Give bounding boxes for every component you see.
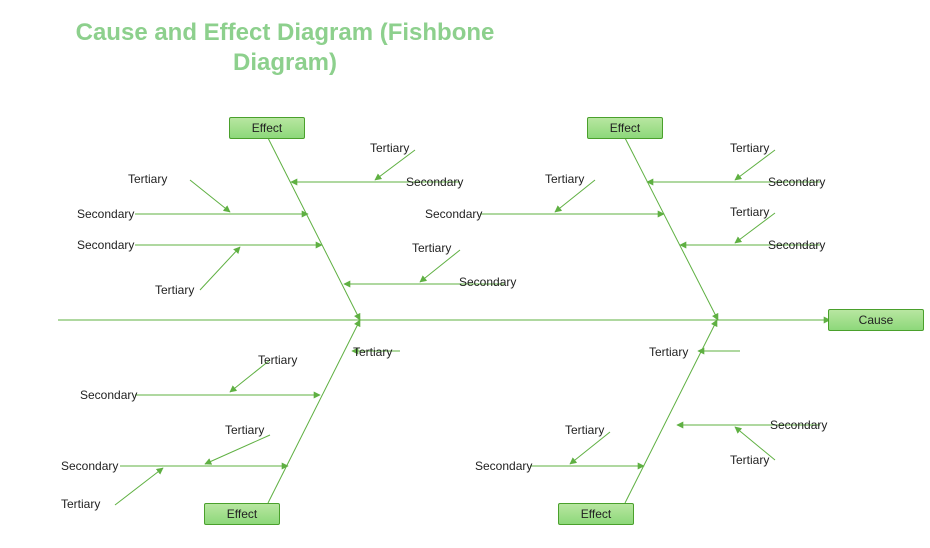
secondary-label: Secondary bbox=[768, 238, 825, 252]
tertiary-label: Tertiary bbox=[225, 423, 264, 437]
secondary-label: Secondary bbox=[425, 207, 482, 221]
secondary-label: Secondary bbox=[80, 388, 137, 402]
secondary-label: Secondary bbox=[77, 207, 134, 221]
tertiary-label: Tertiary bbox=[649, 345, 688, 359]
secondary-label: Secondary bbox=[770, 418, 827, 432]
tertiary-label: Tertiary bbox=[155, 283, 194, 297]
secondary-label: Secondary bbox=[406, 175, 463, 189]
tertiary-label: Tertiary bbox=[730, 205, 769, 219]
tertiary-label: Tertiary bbox=[353, 345, 392, 359]
secondary-label: Secondary bbox=[768, 175, 825, 189]
tertiary-label: Tertiary bbox=[730, 453, 769, 467]
secondary-label: Secondary bbox=[77, 238, 134, 252]
tertiary-label: Tertiary bbox=[258, 353, 297, 367]
secondary-label: Secondary bbox=[459, 275, 516, 289]
tertiary-label: Tertiary bbox=[730, 141, 769, 155]
fishbone-diagram bbox=[0, 0, 930, 548]
tertiary-label: Tertiary bbox=[61, 497, 100, 511]
cause-box: Cause bbox=[828, 309, 924, 331]
effect-box-bottom-right: Effect bbox=[558, 503, 634, 525]
effect-box-bottom-left: Effect bbox=[204, 503, 280, 525]
secondary-label: Secondary bbox=[61, 459, 118, 473]
tertiary-label: Tertiary bbox=[128, 172, 167, 186]
tertiary-label: Tertiary bbox=[545, 172, 584, 186]
effect-box-top-right: Effect bbox=[587, 117, 663, 139]
tertiary-label: Tertiary bbox=[412, 241, 451, 255]
tertiary-label: Tertiary bbox=[370, 141, 409, 155]
tertiary-label: Tertiary bbox=[565, 423, 604, 437]
secondary-label: Secondary bbox=[475, 459, 532, 473]
effect-box-top-left: Effect bbox=[229, 117, 305, 139]
